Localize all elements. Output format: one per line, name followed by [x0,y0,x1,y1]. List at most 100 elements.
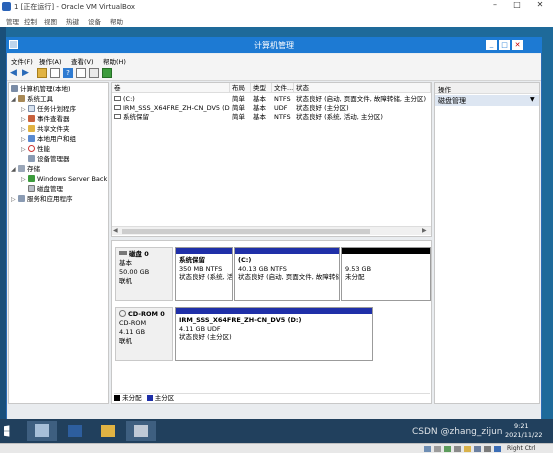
expand-down-icon[interactable]: ◢ [11,95,18,104]
expand-right-icon[interactable]: ▷ [21,145,28,154]
start-button[interactable] [0,421,22,441]
tree-label-disk-management: 磁盘管理 [37,185,63,193]
clock-date[interactable]: 2021/11/22 [505,431,542,439]
tree-item-event-viewer[interactable]: ▷ 事件查看器 [21,115,70,124]
menu-view[interactable]: 查看(V) [71,56,94,66]
scroll-left-icon[interactable]: ◀ [113,227,118,234]
close-button[interactable]: ✕ [530,0,550,11]
partition-system-reserved[interactable]: 系统保留 350 MB NTFS 状态良好 (系统, 活 [175,247,233,301]
tree-item-disk-management[interactable]: 磁盘管理 [28,185,63,194]
clock-time[interactable]: 9:21 [514,422,529,430]
tree-item-performance[interactable]: ▷ 性能 [21,145,50,154]
properties-icon[interactable] [76,68,86,78]
folder-up-icon[interactable] [37,68,47,78]
actions-header: 操作 [435,83,539,94]
window-minimize-button[interactable]: _ [486,40,497,50]
disk-0-type: 基本 [119,259,132,267]
tree-label-event-viewer: 事件查看器 [37,115,70,123]
tree-item-storage[interactable]: ◢ 存储 [11,165,40,174]
minimize-button[interactable]: – [486,0,504,11]
virtualbox-titlebar: 1 [正在运行] - Oracle VM VirtualBox – □ ✕ [0,0,553,13]
expand-right-icon[interactable]: ▷ [21,105,28,114]
forward-icon[interactable]: ▶ [22,68,32,78]
partition-status: 未分配 [345,273,365,281]
expand-right-icon[interactable]: ▷ [21,125,28,134]
scroll-right-icon[interactable]: ▶ [422,227,427,234]
computer-management-task-icon [134,425,148,437]
scrollbar-thumb[interactable] [122,229,370,234]
keyboard-capture-icon [494,446,501,452]
volume-type: 基本 [253,104,266,112]
tree-label-windows-server-backup: Windows Server Back [37,175,108,183]
help-icon[interactable]: ? [63,68,73,78]
actions-disk-management[interactable]: 磁盘管理 ▼ [435,95,539,106]
cdrom-0-size: 4.11 GB [119,328,146,336]
volume-name: 系统保留 [112,113,230,122]
vbox-menu-help[interactable]: 帮助 [110,16,123,26]
vbox-menu-devices[interactable]: 设备 [88,16,101,26]
tree-label-storage: 存储 [27,165,40,173]
window-titlebar[interactable]: 计算机管理 _ □ ✕ [6,37,542,53]
legend-primary-swatch [146,395,153,401]
expand-right-icon[interactable]: ▷ [21,135,28,144]
tree-item-shared-folders[interactable]: ▷ 共享文件夹 [21,125,70,134]
window-maximize-button[interactable]: □ [499,40,510,50]
actions-pane: 操作 磁盘管理 ▼ [434,82,540,404]
tree-item-system-tools[interactable]: ◢ 系统工具 [11,95,53,104]
partition-d[interactable]: IRM_SSS_X64FRE_ZH-CN_DV5 (D:) 4.11 GB UD… [175,307,373,361]
maximize-button[interactable]: □ [508,0,526,11]
volume-status: 状态良好 (主分区) [296,104,349,112]
partition-name: (C:) [238,256,252,264]
device-manager-icon [28,155,35,162]
tree-item-services-apps[interactable]: ▷ 服务和应用程序 [11,195,73,204]
menu-help[interactable]: 帮助(H) [103,56,126,66]
legend: 未分配 主分区 [114,393,430,402]
disk-0-label[interactable]: 磁盘 0 基本 50.00 GB 联机 [115,247,173,301]
menu-file[interactable]: 文件(F) [11,56,33,66]
partition-size: 4.11 GB UDF [179,324,221,333]
powershell-icon [68,425,82,437]
tree-item-task-scheduler[interactable]: ▷ 任务计划程序 [21,105,76,114]
tree-label-shared-folders: 共享文件夹 [37,125,70,133]
cd-icon [119,310,126,317]
export-list-icon[interactable] [89,68,99,78]
tree-item-windows-server-backup[interactable]: ▷ Windows Server Back [21,175,109,184]
taskbar-file-explorer[interactable] [93,421,123,441]
tree-label-root: 计算机管理(本地) [20,85,71,93]
tree-item-root[interactable]: 计算机管理(本地) [11,85,71,94]
refresh-icon[interactable] [102,68,112,78]
expand-right-icon[interactable]: ▷ [21,175,28,184]
partition-c[interactable]: (C:) 40.13 GB NTFS 状态良好 (启动, 页面文件, 故障转储 [234,247,340,301]
taskbar-powershell[interactable] [60,421,90,441]
tree-item-local-users[interactable]: ▷ 本地用户和组 [21,135,76,144]
menu-action[interactable]: 操作(A) [39,56,62,66]
vbox-menu-control[interactable]: 控制 [24,16,37,26]
partition-name: IRM_SSS_X64FRE_ZH-CN_DV5 (D:) [179,316,302,324]
expand-right-icon[interactable]: ▷ [21,115,28,124]
partition-size: 9.53 GB [345,264,372,273]
cdrom-0-label[interactable]: CD-ROM 0 CD-ROM 4.11 GB 联机 [115,307,173,361]
storage-icon [18,165,25,172]
vbox-menu-manage[interactable]: 管理 [6,16,19,26]
dropdown-arrow-icon[interactable]: ▼ [530,96,535,103]
volume-layout: 简单 [232,95,245,103]
tree-item-device-manager[interactable]: 设备管理器 [28,155,70,164]
back-icon[interactable]: ◀ [10,68,20,78]
taskbar-server-manager[interactable] [27,421,57,441]
vbox-menu-hotkey[interactable]: 热键 [66,16,79,26]
optical-status-icon [434,446,441,452]
column-header-status[interactable]: 状态 [294,83,431,93]
column-header-type[interactable]: 类型 [251,83,272,93]
partition-unallocated[interactable]: 9.53 GB 未分配 [341,247,431,301]
window-close-button[interactable]: ✕ [512,40,523,50]
expand-down-icon[interactable]: ◢ [11,165,18,174]
horizontal-scrollbar[interactable]: ◀ ▶ [112,226,431,235]
taskbar-computer-management[interactable] [126,421,156,441]
console-tree-icon[interactable] [50,68,60,78]
volume-name: IRM_SSS_X64FRE_ZH-CN_DV5 (D:) [112,104,230,113]
vbox-menu-view[interactable]: 视图 [44,16,57,26]
column-header-layout[interactable]: 布局 [230,83,251,93]
expand-right-icon[interactable]: ▷ [11,195,18,204]
column-header-filesystem[interactable]: 文件... [272,83,294,93]
column-header-volume[interactable]: 卷 [112,83,230,93]
